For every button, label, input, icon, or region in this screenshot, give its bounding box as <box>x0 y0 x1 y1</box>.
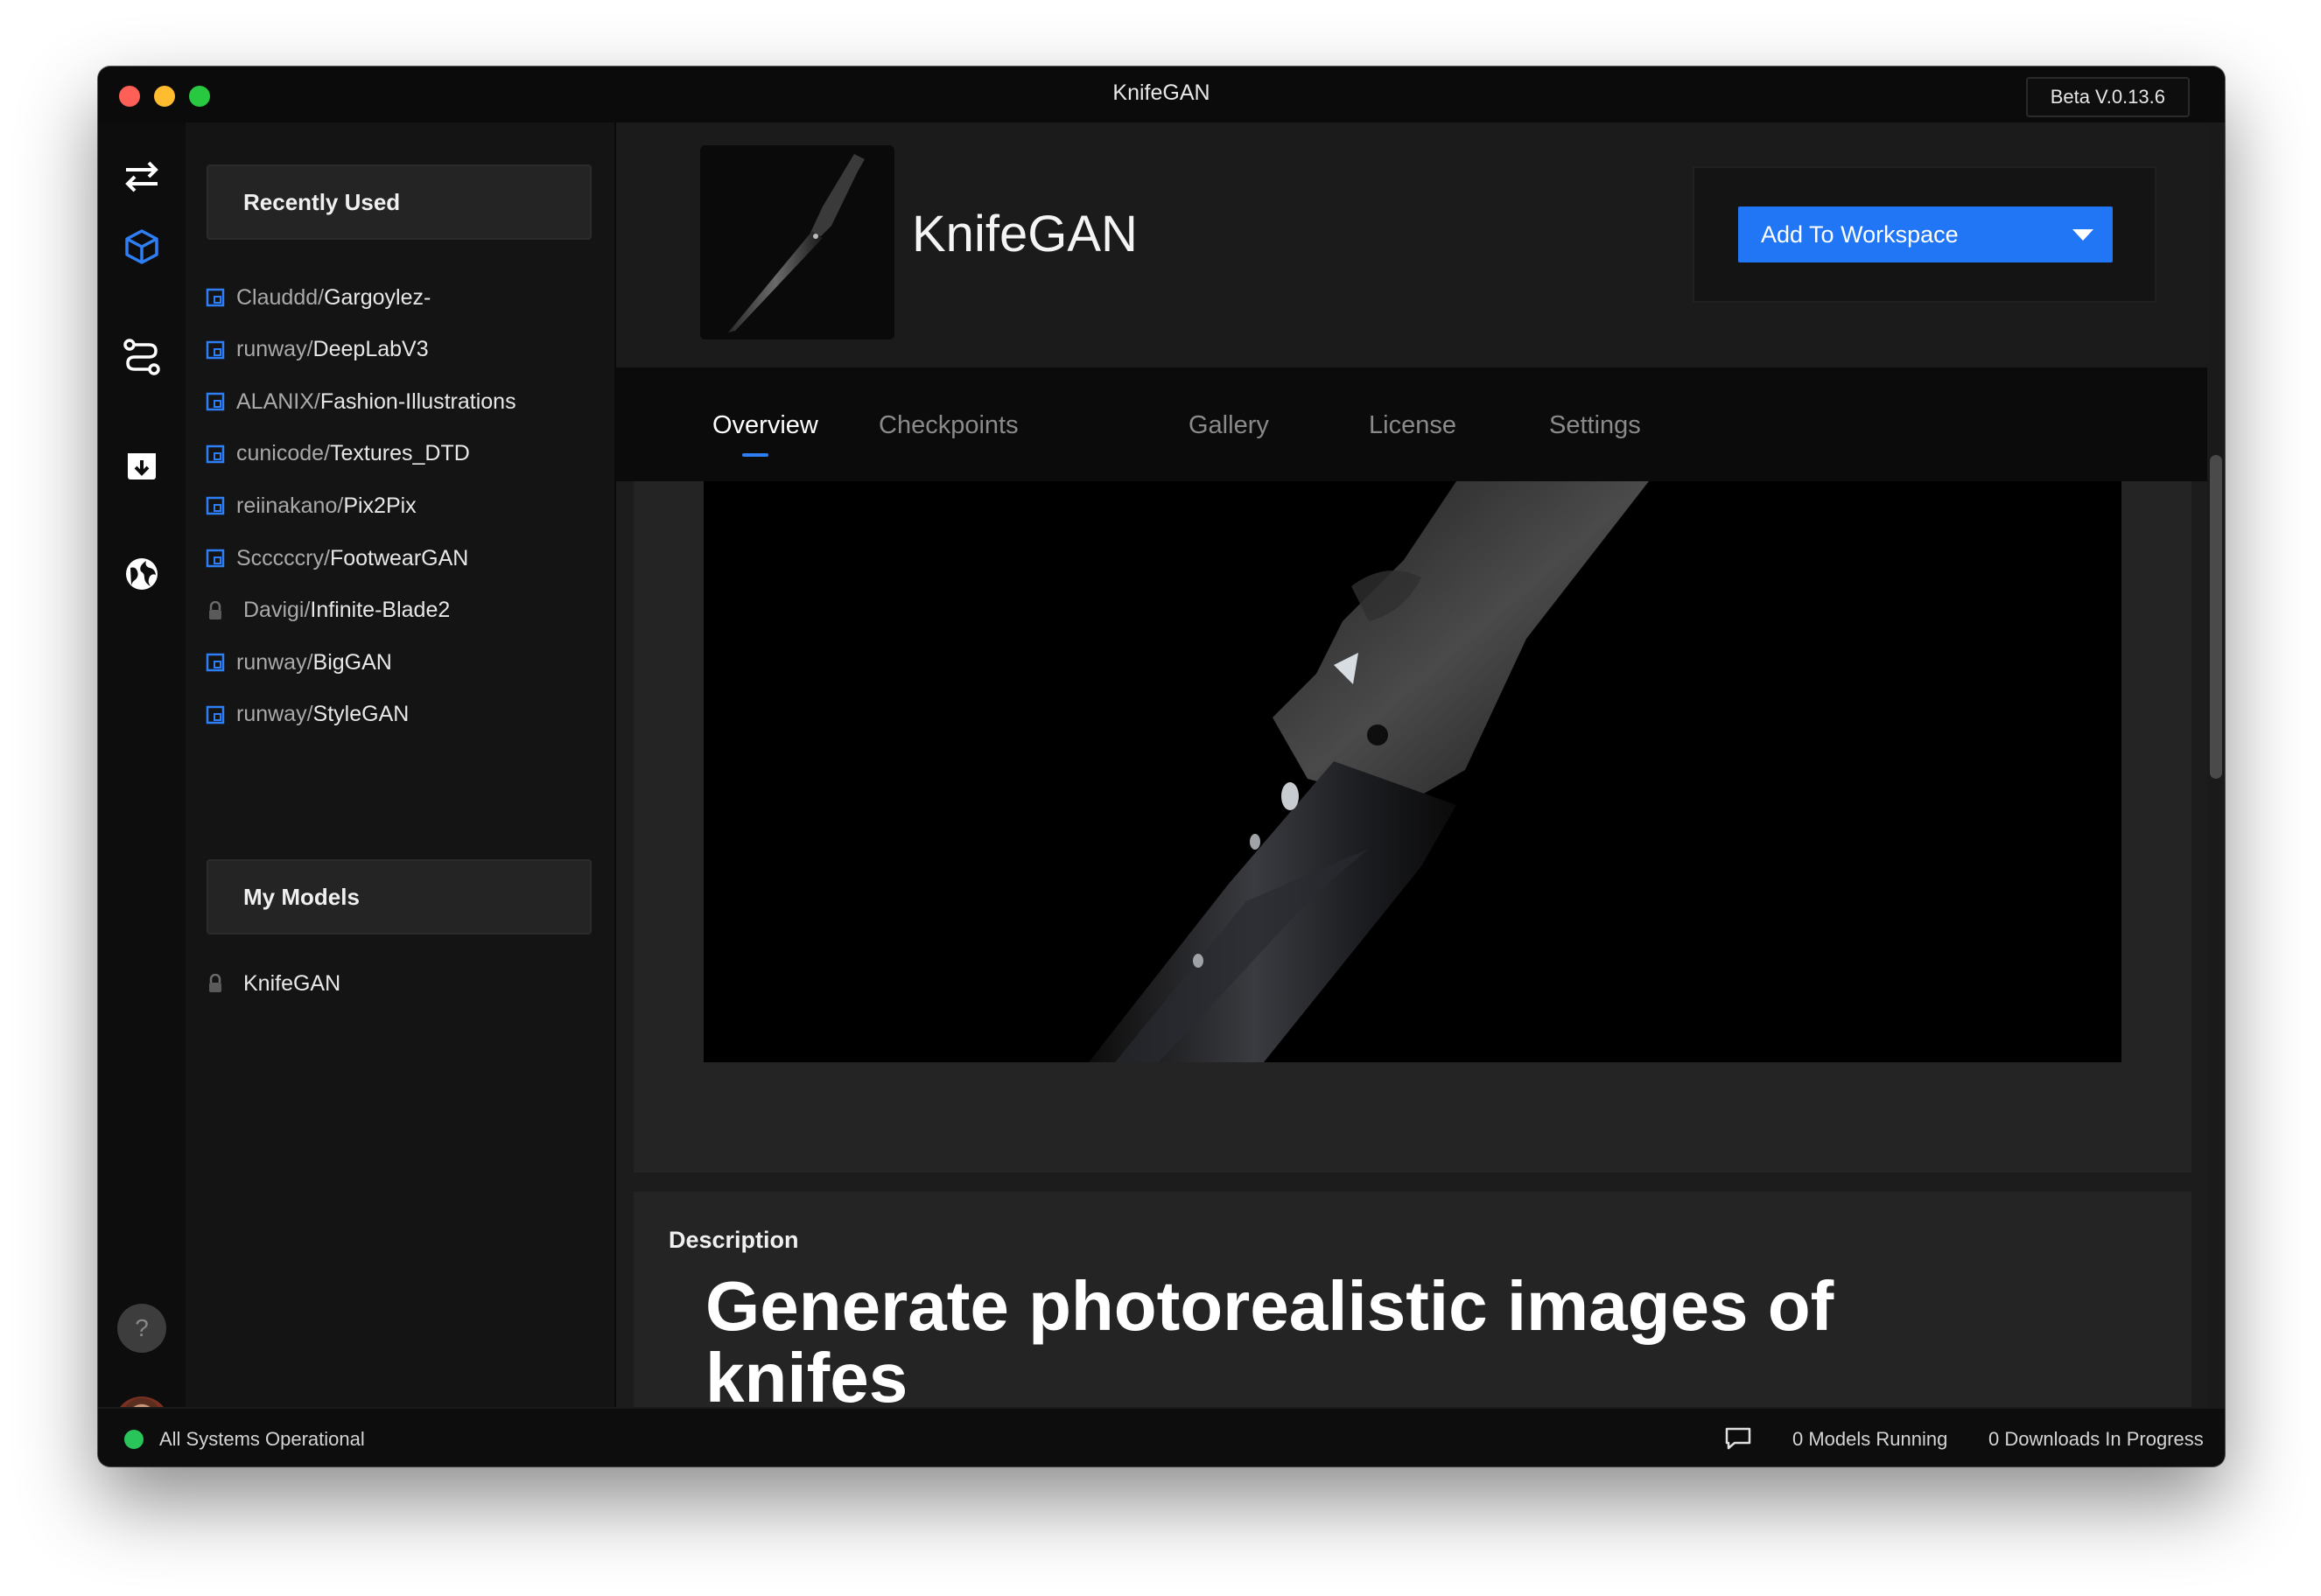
main-scrollbar-thumb[interactable] <box>2210 455 2222 779</box>
window-title: KnifeGAN <box>1112 80 1210 105</box>
model-preview-image <box>704 481 2121 1062</box>
main-panel: KnifeGAN Add To Workspace Overview Check… <box>616 122 2225 1407</box>
model-owner: Scccccry/ <box>236 545 330 570</box>
chat-icon[interactable] <box>1724 1426 1752 1451</box>
model-name: Infinite-Blade2 <box>310 598 451 623</box>
lock-icon <box>205 973 226 994</box>
cube-icon[interactable] <box>123 228 161 266</box>
swap-arrows-icon[interactable] <box>123 158 161 196</box>
my-models-header: My Models <box>207 859 592 934</box>
model-name: StyleGAN <box>312 702 410 727</box>
download-box-icon[interactable] <box>123 446 161 485</box>
recent-model-item[interactable]: ALANIX/Fashion-Illustrations <box>205 384 516 419</box>
model-name: DeepLabV3 <box>312 337 429 362</box>
title-bar: KnifeGAN Beta V.0.13.6 <box>98 66 2225 124</box>
tab-overview[interactable]: Overview <box>712 411 818 440</box>
tab-bar: Overview Checkpoints Gallery License Set… <box>616 368 2225 481</box>
model-icon <box>205 340 226 360</box>
chevron-down-icon[interactable] <box>2072 229 2093 241</box>
model-owner: runway/ <box>236 649 313 675</box>
model-owner: ALANIX/ <box>236 388 320 414</box>
model-icon <box>205 444 226 465</box>
model-owner: reiinakano/ <box>236 493 344 518</box>
version-badge: Beta V.0.13.6 <box>2025 77 2190 117</box>
model-owner: Clauddd/ <box>236 284 325 310</box>
tab-license[interactable]: License <box>1369 411 1456 440</box>
add-to-workspace-button[interactable]: Add To Workspace <box>1738 206 2113 262</box>
recent-model-item[interactable]: runway/BigGAN <box>205 645 392 680</box>
downloads-status: 0 Downloads In Progress <box>1988 1428 2204 1450</box>
preview-card <box>634 481 2191 1172</box>
models-running-status: 0 Models Running <box>1792 1428 1948 1450</box>
tab-settings[interactable]: Settings <box>1549 411 1641 440</box>
recently-used-header: Recently Used <box>207 164 592 240</box>
description-heading-line2: knifes <box>705 1339 908 1408</box>
model-thumbnail <box>700 145 894 340</box>
help-icon[interactable]: ? <box>117 1304 166 1353</box>
description-card: Description Generate photorealistic imag… <box>634 1192 2191 1407</box>
recent-model-item[interactable]: Clauddd/Gargoylez- <box>205 280 431 315</box>
description-label: Description <box>669 1227 799 1253</box>
model-owner: Davigi/ <box>243 598 311 623</box>
model-icon <box>205 704 226 725</box>
globe-icon[interactable] <box>123 555 161 593</box>
system-status: All Systems Operational <box>159 1428 365 1450</box>
tab-checkpoints[interactable]: Checkpoints <box>879 411 1019 440</box>
description-heading-line1: Generate photorealistic images of <box>705 1267 1834 1345</box>
tab-gallery[interactable]: Gallery <box>1189 411 1269 440</box>
model-name: Gargoylez- <box>324 284 431 310</box>
my-model-item[interactable]: KnifeGAN <box>205 966 340 1001</box>
model-name: FootwearGAN <box>329 545 469 570</box>
model-owner: runway/ <box>236 702 313 727</box>
model-icon <box>205 548 226 569</box>
icon-rail: ? <box>98 122 186 1452</box>
status-bar: All Systems Operational 0 Models Running… <box>98 1407 2225 1466</box>
add-to-workspace-label: Add To Workspace <box>1761 221 1959 248</box>
model-icon <box>205 652 226 673</box>
recent-model-item[interactable]: runway/StyleGAN <box>205 697 409 732</box>
main-scrollbar[interactable] <box>2207 122 2225 1407</box>
model-name: Pix2Pix <box>343 493 417 518</box>
description-heading: Generate photorealistic images of knifes <box>705 1267 1931 1408</box>
sidebar: Recently Used Clauddd/Gargoylez-runway/D… <box>186 122 616 1407</box>
my-models-title: My Models <box>243 884 360 910</box>
model-icon <box>205 287 226 308</box>
active-tab-indicator <box>742 453 768 457</box>
model-icon <box>205 391 226 412</box>
recent-model-item[interactable]: Scccccry/FootwearGAN <box>205 541 468 576</box>
model-name: Textures_DTD <box>330 441 470 466</box>
model-name: BigGAN <box>312 649 392 675</box>
lock-icon <box>205 600 226 621</box>
model-name: KnifeGAN <box>243 970 341 996</box>
recent-model-item[interactable]: reiinakano/Pix2Pix <box>205 488 417 523</box>
recent-model-item[interactable]: runway/DeepLabV3 <box>205 332 429 368</box>
recent-model-item[interactable]: Davigi/Infinite-Blade2 <box>205 593 450 628</box>
recent-model-item[interactable]: cunicode/Textures_DTD <box>205 437 470 472</box>
status-indicator <box>124 1430 144 1449</box>
workflow-icon[interactable] <box>123 338 161 376</box>
recently-used-title: Recently Used <box>243 189 401 215</box>
model-header: KnifeGAN Add To Workspace <box>616 122 2225 368</box>
workspace-panel: Add To Workspace <box>1693 166 2156 303</box>
app-window: KnifeGAN Beta V.0.13.6 ? Recently Used C… <box>98 66 2225 1466</box>
model-owner: cunicode/ <box>236 441 331 466</box>
model-title: KnifeGAN <box>912 206 1138 262</box>
model-name: Fashion-Illustrations <box>319 388 516 414</box>
model-owner: runway/ <box>236 337 313 362</box>
model-icon <box>205 495 226 516</box>
